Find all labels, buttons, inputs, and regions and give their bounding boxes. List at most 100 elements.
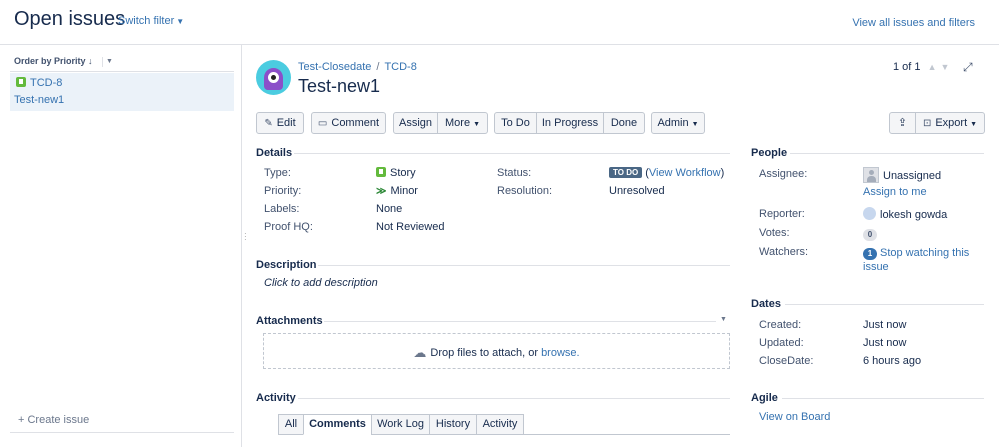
view-workflow-link[interactable]: View Workflow: [649, 167, 721, 179]
list-item-key-text: TCD-8: [30, 77, 63, 89]
pencil-icon: ✎: [264, 118, 273, 129]
stop-watching-link-cont[interactable]: issue: [863, 261, 889, 273]
more-button[interactable]: More ▼: [437, 112, 488, 134]
status-badge: TO DO: [609, 167, 643, 178]
proof-hq-label: Proof HQ:: [264, 221, 313, 233]
attachments-heading[interactable]: Attachments: [256, 315, 323, 327]
breadcrumb-project-link[interactable]: Test-Closedate: [298, 61, 371, 73]
create-issue-link[interactable]: + Create issue: [18, 414, 89, 426]
arrow-down-icon: ↓: [88, 56, 93, 66]
drop-zone-text: ☁ Drop files to attach, or browse.: [264, 345, 729, 361]
next-issue-icon[interactable]: ▼: [941, 62, 950, 72]
story-icon: [376, 167, 386, 177]
edit-button[interactable]: ✎ Edit: [256, 112, 304, 134]
done-button[interactable]: Done: [603, 112, 645, 134]
chevron-down-icon: ▼: [691, 121, 699, 128]
resolution-value: Unresolved: [609, 185, 665, 197]
view-on-board-link[interactable]: View on Board: [759, 411, 830, 423]
votes-count-badge: 0: [863, 229, 877, 241]
resolution-label: Resolution:: [497, 185, 553, 197]
votes-value[interactable]: 0: [863, 228, 877, 241]
browse-link[interactable]: browse.: [541, 347, 580, 359]
order-by-button[interactable]: Order by Priority ↓: [14, 56, 93, 66]
export-button[interactable]: ⊡ Export ▼: [915, 112, 985, 134]
chevron-down-icon: ▼: [970, 121, 978, 128]
description-heading[interactable]: Description: [256, 259, 317, 271]
in-progress-button[interactable]: In Progress: [536, 112, 604, 134]
comment-button-label: Comment: [331, 117, 380, 129]
panel-resize-handle[interactable]: · · ·: [244, 230, 247, 244]
breadcrumb: Test-Closedate / TCD-8: [298, 61, 417, 73]
type-label: Type:: [264, 167, 291, 179]
assignee-value[interactable]: Unassigned: [863, 167, 941, 183]
avatar-pupil: [271, 75, 276, 80]
priority-label: Priority:: [264, 185, 302, 197]
to-do-button[interactable]: To Do: [494, 112, 537, 134]
pager-count: 1 of 1: [893, 61, 921, 73]
minor-priority-icon: ≫: [376, 186, 387, 197]
order-divider: [10, 71, 234, 72]
tab-all[interactable]: All: [278, 414, 304, 435]
attachments-divider: [324, 321, 716, 322]
labels-label: Labels:: [264, 203, 300, 215]
drop-zone-label: Drop files to attach, or: [430, 347, 538, 359]
tab-history[interactable]: History: [429, 414, 477, 435]
previous-issue-icon[interactable]: ▲: [928, 62, 937, 72]
page-title: Open issues: [14, 8, 126, 30]
admin-button-label: Admin: [657, 117, 689, 129]
switch-filter-label: Switch filter: [118, 15, 175, 27]
priority-value-text: Minor: [390, 185, 418, 197]
attachment-drop-zone[interactable]: ☁ Drop files to attach, or browse.: [263, 333, 730, 369]
comment-button[interactable]: ▭ Comment: [311, 112, 386, 134]
admin-button[interactable]: Admin ▼: [651, 112, 705, 134]
project-avatar: [256, 60, 291, 95]
assign-to-me-link[interactable]: Assign to me: [863, 186, 927, 198]
tab-work-log[interactable]: Work Log: [371, 414, 430, 435]
share-button[interactable]: ⇪: [889, 112, 916, 134]
tab-comments[interactable]: Comments: [303, 414, 372, 435]
created-label: Created:: [759, 319, 802, 331]
to-do-button-label: To Do: [501, 117, 530, 129]
dates-heading[interactable]: Dates: [751, 298, 781, 310]
votes-label: Votes:: [759, 227, 790, 239]
switch-filter-dropdown[interactable]: Switch filter ▼: [118, 15, 184, 27]
activity-heading[interactable]: Activity: [256, 392, 296, 404]
cloud-upload-icon: ☁: [413, 345, 427, 360]
activity-divider: [298, 398, 730, 399]
export-button-label: Export: [935, 117, 968, 129]
story-icon: [16, 77, 26, 87]
chevron-down-icon[interactable]: ▼: [720, 316, 727, 323]
expand-icon[interactable]: ⤢: [963, 60, 973, 75]
status-value: TO DO (View Workflow): [609, 167, 724, 179]
stop-watching-link[interactable]: Stop watching this: [880, 247, 969, 259]
watchers-label: Watchers:: [759, 246, 809, 258]
list-item[interactable]: TCD-8 Test-new1: [10, 73, 234, 111]
agile-heading[interactable]: Agile: [751, 392, 778, 404]
people-divider: [790, 153, 984, 154]
tab-activity[interactable]: Activity: [476, 414, 524, 435]
view-all-issues-link[interactable]: View all issues and filters: [852, 17, 975, 29]
people-heading[interactable]: People: [751, 147, 787, 159]
list-item-key: TCD-8: [16, 77, 62, 89]
updated-label: Updated:: [759, 337, 804, 349]
issue-summary-title[interactable]: Test-new1: [298, 76, 380, 97]
created-value: Just now: [863, 319, 907, 331]
details-heading[interactable]: Details: [256, 147, 292, 159]
type-value-text: Story: [390, 167, 416, 179]
done-button-label: Done: [610, 117, 638, 129]
watchers-value: 1 Stop watching this issue: [863, 246, 969, 274]
breadcrumb-issue-link[interactable]: TCD-8: [384, 61, 416, 73]
list-item-summary: Test-new1: [14, 94, 65, 106]
reporter-label: Reporter:: [759, 208, 805, 220]
chevron-down-icon: ▼: [176, 17, 185, 26]
labels-value[interactable]: None: [376, 203, 402, 215]
watchers-count-badge: 1: [863, 248, 877, 260]
page-header: Open issues Switch filter ▼ View all issu…: [0, 0, 999, 44]
details-divider: [294, 153, 730, 154]
share-icon: ⇪: [897, 117, 908, 129]
assignee-value-text: Unassigned: [883, 170, 942, 182]
description-placeholder[interactable]: Click to add description: [264, 277, 378, 289]
reporter-value-text: lokesh gowda: [880, 209, 948, 221]
assign-button[interactable]: Assign: [393, 112, 438, 134]
order-dropdown-icon[interactable]: ▼: [102, 57, 113, 67]
